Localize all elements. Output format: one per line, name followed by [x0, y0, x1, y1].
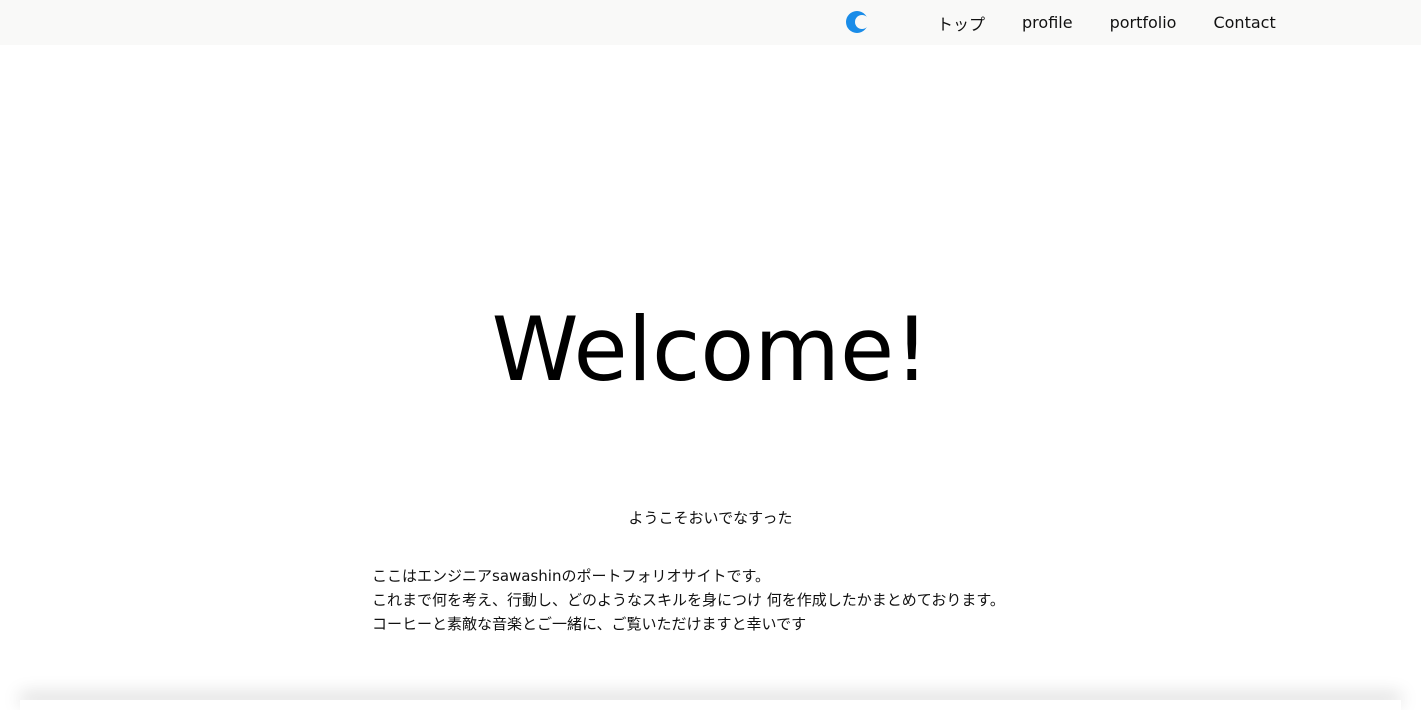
nav-link-contact[interactable]: Contact	[1213, 13, 1275, 32]
main-nav: トップ profile portfolio Contact	[937, 0, 1276, 45]
nav-link-profile[interactable]: profile	[1022, 13, 1073, 32]
hero-title: Welcome!	[491, 298, 930, 401]
site-header: トップ profile portfolio Contact	[0, 0, 1421, 45]
greeting-text: ようこそおいでなすった	[628, 509, 793, 527]
crescent-moon-icon[interactable]	[845, 10, 869, 34]
intro-line: これまで何を考え、行動し、どのようなスキルを身につけ 何を作成したかまとめており…	[372, 591, 1005, 609]
nav-link-portfolio[interactable]: portfolio	[1110, 13, 1177, 32]
nav-link-top[interactable]: トップ	[937, 11, 985, 35]
intro-line: ここはエンジニアsawashinのポートフォリオサイトです。	[372, 567, 770, 585]
intro-line: コーヒーと素敵な音楽とご一緒に、ご覧いただけますと幸いです	[372, 615, 807, 633]
intro-text: ここはエンジニアsawashinのポートフォリオサイトです。 これまで何を考え、…	[372, 564, 1005, 636]
